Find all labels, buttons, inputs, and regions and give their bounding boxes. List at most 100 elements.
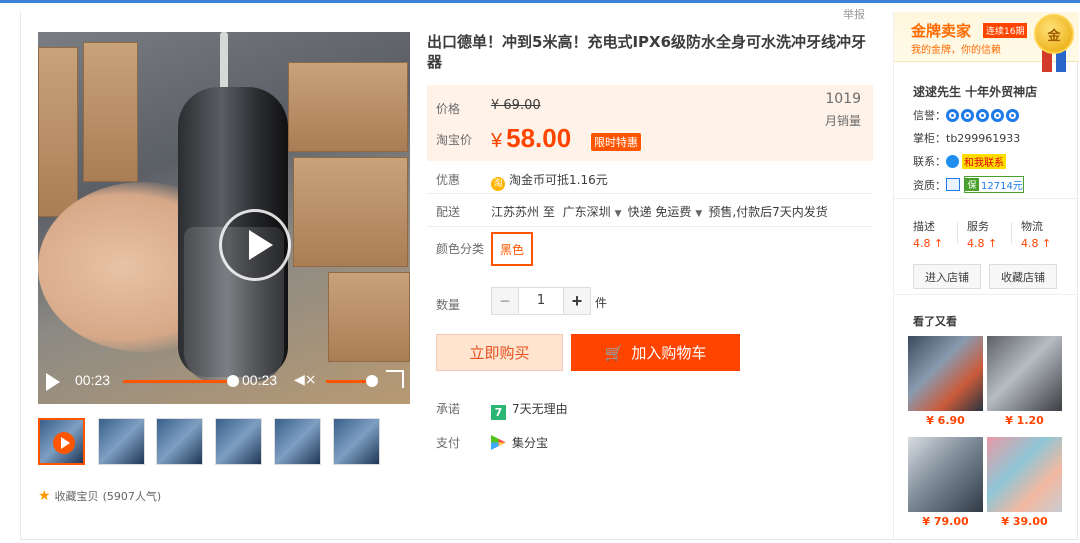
qualification-line: 资质： 保 12714元	[913, 176, 1024, 193]
original-price: ¥ 69.00	[491, 98, 541, 113]
top-border	[0, 0, 1080, 3]
star-icon: ★	[38, 488, 51, 504]
favorite-label: 收藏宝贝	[54, 490, 99, 503]
deposit-amount: 12714元	[981, 181, 1023, 192]
score-label: 描述	[913, 220, 935, 233]
thumbnail[interactable]	[274, 418, 321, 465]
recommended-item[interactable]: ¥ 79.00	[908, 437, 983, 528]
score-label: 服务	[967, 220, 989, 233]
chevron-down-icon: ▼	[614, 209, 622, 219]
price-value: 58.00	[506, 123, 572, 153]
delivery-label: 配送	[436, 205, 461, 219]
play-icon[interactable]	[219, 209, 291, 281]
recommended-item[interactable]: ¥ 1.20	[987, 336, 1062, 427]
decrement-button[interactable]: −	[491, 287, 519, 315]
recommended-image	[987, 336, 1062, 411]
payment-text: 集分宝	[512, 436, 549, 450]
taojinbi-icon: 淘	[491, 177, 505, 191]
delivery-from: 江苏苏州 至	[491, 205, 555, 219]
wangwang-icon[interactable]	[946, 154, 959, 168]
payment-value[interactable]: 集分宝	[491, 434, 548, 451]
score-value: 4.8 ↑	[913, 237, 944, 250]
quantity-stepper: − 1 +	[491, 287, 591, 315]
increment-button[interactable]: +	[563, 287, 591, 315]
contact-seller-button[interactable]: 和我联系	[962, 153, 1006, 169]
product-title: 出口德单！冲到5米高！充电式IPX6级防水全身可水洗冲牙线冲牙器	[427, 33, 867, 71]
keeper-name[interactable]: tb299961933	[946, 132, 1020, 145]
add-to-cart-button[interactable]: 🛒 加入购物车	[571, 334, 740, 371]
buy-now-button[interactable]: 立即购买	[436, 334, 563, 371]
credit-line: 信誉：	[913, 107, 1021, 123]
payment-label: 支付	[436, 436, 461, 450]
deposit-badge[interactable]: 保 12714元	[964, 176, 1024, 193]
thumbnail[interactable]	[156, 418, 203, 465]
monthly-sales-count: 1019	[825, 91, 861, 107]
play-button[interactable]	[46, 373, 60, 391]
recommended-image	[987, 437, 1062, 512]
license-icon[interactable]	[946, 178, 960, 191]
favorite-item[interactable]: ★ 收藏宝贝 (5907人气)	[38, 488, 161, 504]
also-viewed-title: 看了又看	[913, 315, 957, 328]
recommended-price: ¥ 1.20	[1005, 414, 1044, 427]
progress-knob[interactable]	[227, 375, 239, 387]
gold-medal-icon: 金	[1034, 14, 1074, 54]
gold-seller-title: 金牌卖家	[911, 22, 972, 40]
promise-text: 7天无理由	[512, 402, 568, 416]
color-option-black[interactable]: 黑色	[491, 232, 533, 266]
mute-icon[interactable]: ◀×	[294, 372, 317, 388]
keeper-label: 掌柜：	[913, 132, 946, 145]
delivery-destination[interactable]: 广东深圳 ▼	[563, 205, 628, 219]
recommended-price: ¥ 39.00	[1001, 515, 1048, 528]
promise-value[interactable]: 7 7天无理由	[491, 400, 568, 420]
also-viewed-panel: 看了又看 ¥ 6.90 ¥ 1.20 ¥ 79.00 ¥ 39.00	[893, 296, 1078, 540]
recommended-item[interactable]: ¥ 6.90	[908, 336, 983, 427]
play-icon	[53, 432, 75, 454]
shop-name[interactable]: 逑逑先生 十年外贸神店	[913, 83, 1037, 100]
warehouse-box	[288, 62, 408, 152]
color-label: 颜色分类	[436, 242, 485, 256]
recommended-item[interactable]: ¥ 39.00	[987, 437, 1062, 528]
volume-knob[interactable]	[366, 375, 378, 387]
thumbnail[interactable]	[215, 418, 262, 465]
contact-label: 联系：	[913, 155, 946, 168]
thumbnail[interactable]	[333, 418, 380, 465]
favorite-count: (5907人气)	[102, 490, 162, 503]
warehouse-box	[38, 47, 78, 217]
current-price: ¥58.00	[491, 123, 571, 154]
favorite-shop-button[interactable]: 收藏店铺	[989, 264, 1057, 289]
currency-symbol: ¥	[491, 130, 503, 152]
fullscreen-icon[interactable]	[386, 370, 404, 388]
product-video[interactable]	[38, 32, 410, 404]
video-controls: 00:23 00:23 ◀×	[38, 362, 410, 402]
limited-offer-badge: 限时特惠	[591, 133, 641, 151]
credit-label: 信誉：	[913, 109, 946, 122]
keeper-line: 掌柜： tb299961933	[913, 130, 1020, 146]
thumbnail[interactable]	[98, 418, 145, 465]
cart-icon: 🛒	[604, 343, 624, 362]
score-value: 4.8 ↑	[967, 237, 998, 250]
score-separator	[957, 222, 958, 244]
promo-text: 淘金币可抵1.16元	[509, 173, 608, 187]
thumbnail-video[interactable]	[38, 418, 85, 465]
quantity-label: 数量	[436, 298, 461, 312]
quantity-input[interactable]: 1	[519, 287, 563, 315]
volume-bar[interactable]	[326, 380, 370, 383]
credit-heart-icon	[1006, 108, 1019, 122]
presale-note: 预售,付款后7天内发货	[708, 205, 828, 219]
seven-day-return-icon: 7	[491, 405, 506, 420]
progress-bar[interactable]	[123, 380, 233, 383]
price-label: 价格	[436, 102, 461, 116]
report-link[interactable]: 举报	[840, 6, 868, 22]
promo-label: 优惠	[436, 173, 461, 187]
credit-heart-icon	[961, 108, 974, 122]
thumbnail-strip	[38, 418, 418, 468]
gold-seller-slogan: 我的金牌，你的信赖	[911, 45, 1001, 56]
credit-heart-icon	[991, 108, 1004, 122]
recommended-price: ¥ 6.90	[926, 414, 965, 427]
monthly-sales-label: 月销量	[824, 114, 861, 128]
warehouse-box	[83, 42, 138, 182]
delivery-method[interactable]: 快递 免运费 ▼	[628, 205, 709, 219]
destination-text: 广东深圳	[562, 205, 611, 219]
recommended-image	[908, 336, 983, 411]
enter-shop-button[interactable]: 进入店铺	[913, 264, 981, 289]
